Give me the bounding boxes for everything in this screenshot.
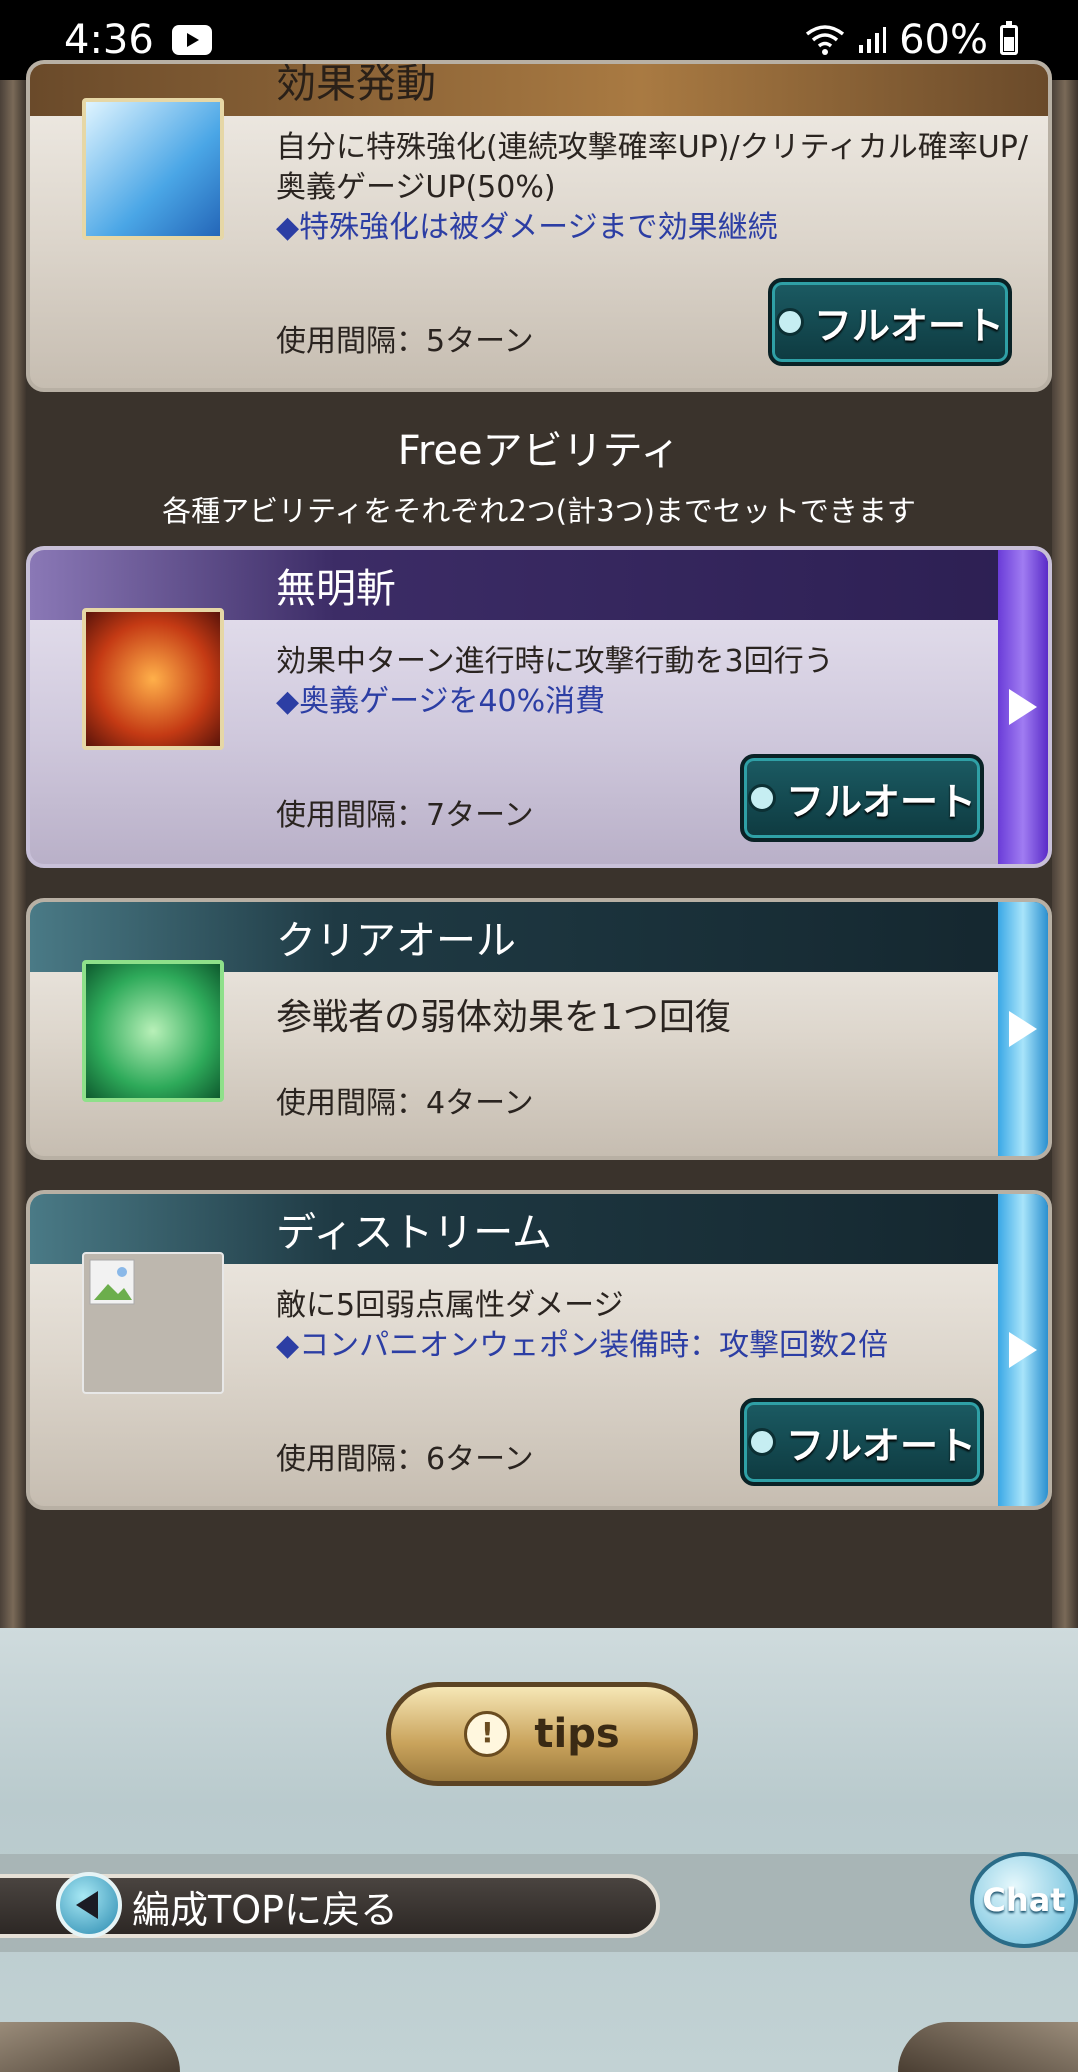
youtube-icon	[171, 25, 212, 55]
ability-card[interactable]: ディストリーム 敵に5回弱点属性ダメージ ◆コンパニオンウェポン装備時：攻撃回数…	[26, 1190, 1052, 1510]
ability-note: ◆奥義ゲージを40%消費	[276, 684, 606, 719]
clock: 4:36	[64, 17, 154, 63]
frame-left	[0, 80, 26, 1640]
dual-swords-icon	[82, 608, 224, 750]
ability-note: ◆コンパニオンウェポン装備時：攻撃回数2倍	[276, 1328, 889, 1363]
arrow-right-icon	[1009, 689, 1037, 725]
full-auto-button[interactable]: フルオート	[740, 1398, 984, 1486]
full-auto-button[interactable]: フルオート	[768, 278, 1012, 366]
clover-heal-icon	[82, 960, 224, 1102]
ability-description: 敵に5回弱点属性ダメージ ◆コンパニオンウェポン装備時：攻撃回数2倍	[276, 1288, 889, 1363]
detail-tab[interactable]	[998, 902, 1048, 1156]
arrow-right-icon	[1009, 1011, 1037, 1047]
wifi-icon	[806, 25, 845, 55]
frame-right	[1052, 80, 1078, 1640]
ability-icon	[82, 98, 224, 240]
toggle-dot-icon	[775, 308, 804, 336]
triangle-left-icon	[76, 1891, 98, 1919]
tips-button[interactable]: tips	[386, 1682, 698, 1786]
ability-name: クリアオール	[276, 918, 516, 964]
ability-card[interactable]: クリアオール 参戦者の弱体効果を1つ回復 使用間隔：4ターン	[26, 898, 1052, 1160]
ability-name: 無明斬	[276, 566, 396, 612]
section-subtitle: 各種アビリティをそれぞれ2つ(計3つ)までセットできます	[162, 494, 916, 528]
ability-interval: 使用間隔：5ターン	[276, 324, 534, 359]
toggle-dot-icon	[747, 784, 776, 812]
back-arrow-icon[interactable]	[56, 1872, 122, 1938]
ability-card-top: 効果発動 自分に特殊強化(連続攻撃確率UP)/クリティカル確率UP/奥義ゲージU…	[26, 60, 1052, 392]
signal-icon	[859, 27, 887, 53]
section-title: Freeアビリティ	[0, 418, 1078, 476]
ability-note: ◆特殊強化は被ダメージまで効果継続	[276, 210, 778, 245]
chat-button[interactable]: Chat	[970, 1852, 1078, 1948]
detail-tab[interactable]	[998, 1194, 1048, 1506]
ability-interval: 使用間隔：4ターン	[276, 1086, 534, 1121]
ability-description: 参戦者の弱体効果を1つ回復	[276, 997, 731, 1038]
toggle-dot-icon	[747, 1428, 776, 1456]
broken-image-icon	[82, 1252, 224, 1394]
arrow-right-icon	[1009, 1332, 1037, 1368]
battery-icon	[1000, 21, 1018, 55]
ornament-right	[898, 2022, 1078, 2072]
detail-tab[interactable]	[998, 550, 1048, 864]
ability-description: 自分に特殊強化(連続攻撃確率UP)/クリティカル確率UP/奥義ゲージUP(50%…	[276, 130, 1028, 245]
lightbulb-icon	[464, 1711, 511, 1757]
ability-description: 効果中ターン進行時に攻撃行動を3回行う ◆奥義ゲージを40%消費	[276, 644, 834, 719]
ability-card[interactable]: 無明斬 効果中ターン進行時に攻撃行動を3回行う ◆奥義ゲージを40%消費 使用間…	[26, 546, 1052, 868]
ability-name: ディストリーム	[276, 1210, 552, 1256]
ability-interval: 使用間隔：6ターン	[276, 1442, 534, 1477]
ability-interval: 使用間隔：7ターン	[276, 798, 534, 833]
ornament-left	[0, 2022, 180, 2072]
ability-name: 効果発動	[276, 61, 436, 107]
battery-percent: 60%	[899, 17, 988, 63]
full-auto-button[interactable]: フルオート	[740, 754, 984, 842]
